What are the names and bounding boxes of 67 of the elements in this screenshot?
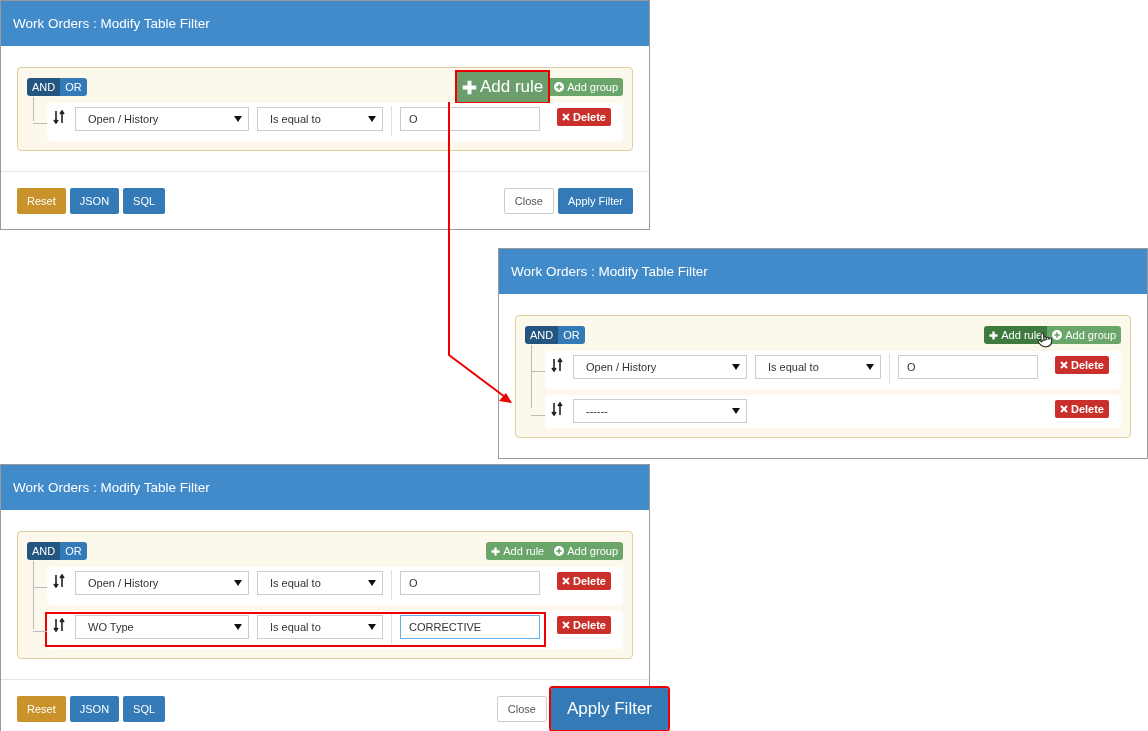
close-icon bbox=[561, 621, 570, 629]
add-group-button[interactable]: Add group bbox=[1047, 326, 1121, 344]
circle-plus-icon bbox=[1052, 330, 1063, 340]
footer-button[interactable]: Reset bbox=[17, 188, 66, 214]
operator-select[interactable]: Is equal to bbox=[755, 355, 881, 379]
delete-button[interactable]: Delete bbox=[556, 616, 611, 634]
add-group-button[interactable]: Add group bbox=[549, 78, 623, 96]
sort-icon bbox=[53, 618, 65, 632]
field-select[interactable]: Open / History bbox=[75, 571, 249, 595]
caret-icon bbox=[368, 116, 376, 122]
circle-plus-icon bbox=[554, 82, 565, 92]
close-icon bbox=[1059, 361, 1068, 369]
value-input[interactable]: O bbox=[400, 107, 540, 131]
operator-select[interactable]: Is equal to bbox=[257, 571, 383, 595]
delete-button[interactable]: Delete bbox=[556, 572, 611, 590]
conjunction-toggle[interactable]: OR bbox=[60, 542, 87, 560]
circle-plus-icon bbox=[554, 546, 565, 556]
caret-icon bbox=[368, 580, 376, 586]
dialog-title: Work Orders : Modify Table Filter bbox=[13, 16, 210, 31]
conjunction-toggle[interactable]: AND bbox=[27, 542, 61, 560]
close-icon bbox=[561, 577, 570, 585]
sort-icon bbox=[551, 402, 563, 416]
value-input[interactable]: CORRECTIVE bbox=[400, 615, 540, 639]
conjunction-toggle[interactable]: AND bbox=[525, 326, 559, 344]
value-input[interactable]: O bbox=[400, 571, 540, 595]
value-input[interactable]: O bbox=[898, 355, 1038, 379]
close-icon bbox=[561, 113, 570, 121]
apply-filter-button[interactable]: Apply Filter bbox=[550, 688, 668, 730]
apply-filter-button[interactable]: Apply Filter bbox=[557, 188, 633, 214]
add-rule-button[interactable]: Add rule bbox=[486, 542, 550, 560]
add-group-button[interactable]: Add group bbox=[549, 542, 623, 560]
plus-icon bbox=[461, 79, 477, 95]
caret-icon bbox=[732, 408, 740, 414]
caret-icon bbox=[234, 116, 242, 122]
conjunction-toggle[interactable]: OR bbox=[558, 326, 585, 344]
conjunction-toggle[interactable]: AND bbox=[27, 78, 61, 96]
field-select[interactable]: ------ bbox=[573, 399, 747, 423]
field-select[interactable]: Open / History bbox=[75, 107, 249, 131]
dialog-title: Work Orders : Modify Table Filter bbox=[511, 264, 708, 279]
caret-icon bbox=[234, 580, 242, 586]
operator-select[interactable]: Is equal to bbox=[257, 107, 383, 131]
caret-icon bbox=[732, 364, 740, 370]
field-select[interactable]: WO Type bbox=[75, 615, 249, 639]
close-icon bbox=[1059, 405, 1068, 413]
plus-icon bbox=[989, 330, 999, 340]
footer-button[interactable]: JSON bbox=[69, 188, 120, 214]
plus-icon bbox=[491, 546, 501, 556]
close-button[interactable]: Close bbox=[503, 188, 554, 214]
caret-icon bbox=[368, 624, 376, 630]
operator-select[interactable]: Is equal to bbox=[257, 615, 383, 639]
dialog-title: Work Orders : Modify Table Filter bbox=[13, 480, 210, 495]
sort-icon bbox=[53, 574, 65, 588]
add-rule-button[interactable]: Add rule bbox=[455, 71, 550, 103]
delete-button[interactable]: Delete bbox=[556, 108, 611, 126]
sort-icon bbox=[53, 110, 65, 124]
field-select[interactable]: Open / History bbox=[573, 355, 747, 379]
footer-button[interactable]: SQL bbox=[123, 188, 166, 214]
footer-button[interactable]: SQL bbox=[123, 696, 166, 722]
close-button[interactable]: Close bbox=[496, 696, 547, 722]
delete-button[interactable]: Delete bbox=[1054, 400, 1109, 418]
delete-button[interactable]: Delete bbox=[1054, 356, 1109, 374]
caret-icon bbox=[866, 364, 874, 370]
caret-icon bbox=[234, 624, 242, 630]
sort-icon bbox=[551, 358, 563, 372]
footer-button[interactable]: Reset bbox=[17, 696, 66, 722]
conjunction-toggle[interactable]: OR bbox=[60, 78, 87, 96]
footer-button[interactable]: JSON bbox=[69, 696, 120, 722]
